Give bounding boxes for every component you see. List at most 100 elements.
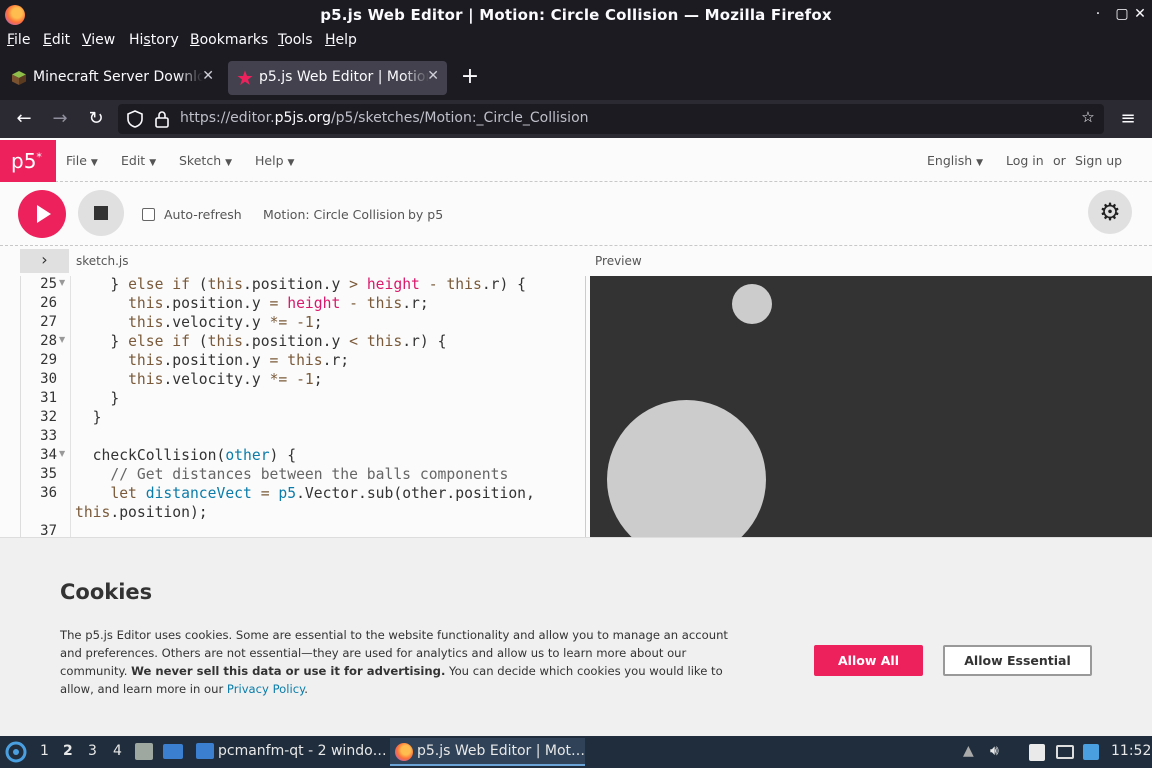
sketch-name[interactable]: Motion: Circle Collision <box>263 207 405 222</box>
menu-view[interactable]: View <box>82 32 115 48</box>
play-button[interactable] <box>18 190 66 238</box>
fold-arrow-icon[interactable]: ▼ <box>59 278 65 287</box>
workspace-2[interactable]: 2 <box>63 743 73 759</box>
minimize-icon[interactable]: · <box>1088 4 1108 24</box>
notification-icon[interactable] <box>1083 744 1099 760</box>
volume-icon[interactable]: 🔊︎ <box>990 743 999 759</box>
caret-down-icon: ▼ <box>225 158 233 168</box>
caret-down-icon: ▼ <box>149 158 157 168</box>
minecraft-icon <box>12 71 26 85</box>
menu-bookmarks[interactable]: Bookmarks <box>190 32 268 48</box>
line-number: 36 <box>40 485 57 501</box>
file-manager-launcher-icon[interactable] <box>135 743 153 760</box>
close-tab-icon[interactable]: ✕ <box>427 68 439 84</box>
allow-essential-button[interactable]: Allow Essential <box>943 645 1092 676</box>
allow-all-button[interactable]: Allow All <box>814 645 923 676</box>
workspace-3[interactable]: 3 <box>88 743 97 759</box>
bookmark-star-icon[interactable]: ☆ <box>1078 108 1098 128</box>
line-number: 35 <box>40 466 57 482</box>
stop-icon <box>94 206 108 220</box>
p5-menu-file[interactable]: File ▼ <box>66 153 98 168</box>
file-tab[interactable]: sketch.js <box>76 254 128 268</box>
caret-down-icon: ▼ <box>90 158 98 168</box>
clock[interactable]: 11:52 <box>1111 743 1151 759</box>
tray-up-icon[interactable]: ▲ <box>963 743 974 759</box>
close-tab-icon[interactable]: ✕ <box>202 68 214 84</box>
menubar: File Edit View History Bookmarks Tools H… <box>0 30 1152 52</box>
code-line: checkCollision(other) { <box>75 447 297 464</box>
code-line: // Get distances between the balls compo… <box>75 466 509 483</box>
code-line: } else if (this.position.y > height - th… <box>75 276 527 293</box>
code-line: this.position.y = height - this.r; <box>128 295 429 312</box>
code-line: this.position); <box>75 504 208 521</box>
line-number: 28 <box>40 333 57 349</box>
settings-button[interactable]: ⚙ <box>1088 190 1132 234</box>
menu-edit[interactable]: Edit <box>43 32 70 48</box>
maximize-icon[interactable]: ▢ <box>1112 4 1132 24</box>
cookie-text: The p5.js Editor uses cookies. Some are … <box>60 628 728 696</box>
reload-button[interactable]: ↻ <box>83 107 109 131</box>
fold-arrow-icon[interactable]: ▼ <box>59 335 65 344</box>
line-number: 31 <box>40 390 57 406</box>
cookie-banner: Cookies The p5.js Editor uses cookies. S… <box>0 537 1152 736</box>
login-link[interactable]: Log in <box>1006 153 1044 168</box>
privacy-policy-link[interactable]: Privacy Policy <box>227 682 304 696</box>
network-icon[interactable] <box>1056 745 1074 759</box>
sketch-owner: by p5 <box>408 207 444 222</box>
line-number: 34 <box>40 447 57 463</box>
window-titlebar: p5.js Web Editor | Motion: Circle Collis… <box>0 0 1152 30</box>
folder-icon <box>196 743 214 759</box>
cookie-title: Cookies <box>60 580 153 604</box>
p5-menu-edit[interactable]: Edit ▼ <box>121 153 156 168</box>
preview-label: Preview <box>595 254 642 268</box>
start-menu-icon[interactable] <box>5 741 27 763</box>
task-firefox[interactable]: p5.js Web Editor | Mot… <box>390 738 585 766</box>
tab-strip: Minecraft Server Download ✕ p5.js Web Ed… <box>0 56 1152 100</box>
p5-menu-sketch[interactable]: Sketch ▼ <box>179 153 232 168</box>
p5-menu-help[interactable]: Help ▼ <box>255 153 294 168</box>
shield-icon[interactable] <box>125 109 145 129</box>
new-tab-button[interactable]: + <box>458 66 482 90</box>
close-icon[interactable]: ✕ <box>1130 4 1150 24</box>
menu-file[interactable]: File <box>7 32 30 48</box>
line-gutter: 25 ▼ 26 27 28 ▼ 29 30 31 32 33 34 ▼ 35 3… <box>21 276 71 538</box>
auto-refresh-checkbox[interactable] <box>142 208 155 221</box>
signup-link[interactable]: Sign up <box>1075 153 1122 168</box>
menu-help[interactable]: Help <box>325 32 357 48</box>
tab-p5-editor[interactable]: p5.js Web Editor | Motion ✕ <box>228 61 447 95</box>
line-number: 37 <box>40 523 57 538</box>
clipboard-icon[interactable] <box>1029 744 1045 761</box>
lock-icon[interactable] <box>152 109 172 129</box>
tab-minecraft[interactable]: Minecraft Server Download ✕ <box>2 61 222 95</box>
desktop-icon[interactable] <box>163 744 183 759</box>
code-line: this.position.y = this.r; <box>128 352 350 369</box>
caret-down-icon: ▼ <box>976 158 984 168</box>
p5-nav: p5* File ▼ Edit ▼ Sketch ▼ Help ▼ English ▼ L… <box>0 138 1152 182</box>
code-line: } else if (this.position.y < this.r) { <box>75 333 447 350</box>
tab-label: p5.js Web Editor | Motion <box>259 69 429 85</box>
code-editor[interactable]: 25 ▼ 26 27 28 ▼ 29 30 31 32 33 34 ▼ 35 3… <box>20 276 586 538</box>
small-ball <box>732 284 772 324</box>
p5-logo[interactable]: p5* <box>0 140 56 182</box>
auto-refresh-label: Auto-refresh <box>164 207 242 222</box>
url-bar[interactable]: https://editor.p5js.org/p5/sketches/Moti… <box>118 104 1104 134</box>
fold-arrow-icon[interactable]: ▼ <box>59 449 65 458</box>
hamburger-menu-icon[interactable]: ≡ <box>1115 107 1141 131</box>
menu-tools[interactable]: Tools <box>278 32 313 48</box>
gear-icon: ⚙ <box>1099 198 1121 226</box>
forward-button[interactable]: → <box>47 107 73 131</box>
task-pcmanfm[interactable]: pcmanfm-qt - 2 windo… <box>192 738 387 766</box>
p5-editor-page: p5* File ▼ Edit ▼ Sketch ▼ Help ▼ English ▼ L… <box>0 138 1152 736</box>
stop-button[interactable] <box>78 190 124 236</box>
workspace-4[interactable]: 4 <box>113 743 122 759</box>
p5-star-icon <box>237 70 253 85</box>
line-number: 33 <box>40 428 57 444</box>
line-number: 27 <box>40 314 57 330</box>
expand-sidebar-button[interactable]: › <box>20 249 69 273</box>
menu-history[interactable]: History <box>129 32 179 48</box>
line-number: 26 <box>40 295 57 311</box>
sketch-preview-canvas[interactable] <box>590 276 1152 538</box>
language-select[interactable]: English ▼ <box>927 153 983 168</box>
back-button[interactable]: ← <box>11 107 37 131</box>
workspace-1[interactable]: 1 <box>40 743 49 759</box>
